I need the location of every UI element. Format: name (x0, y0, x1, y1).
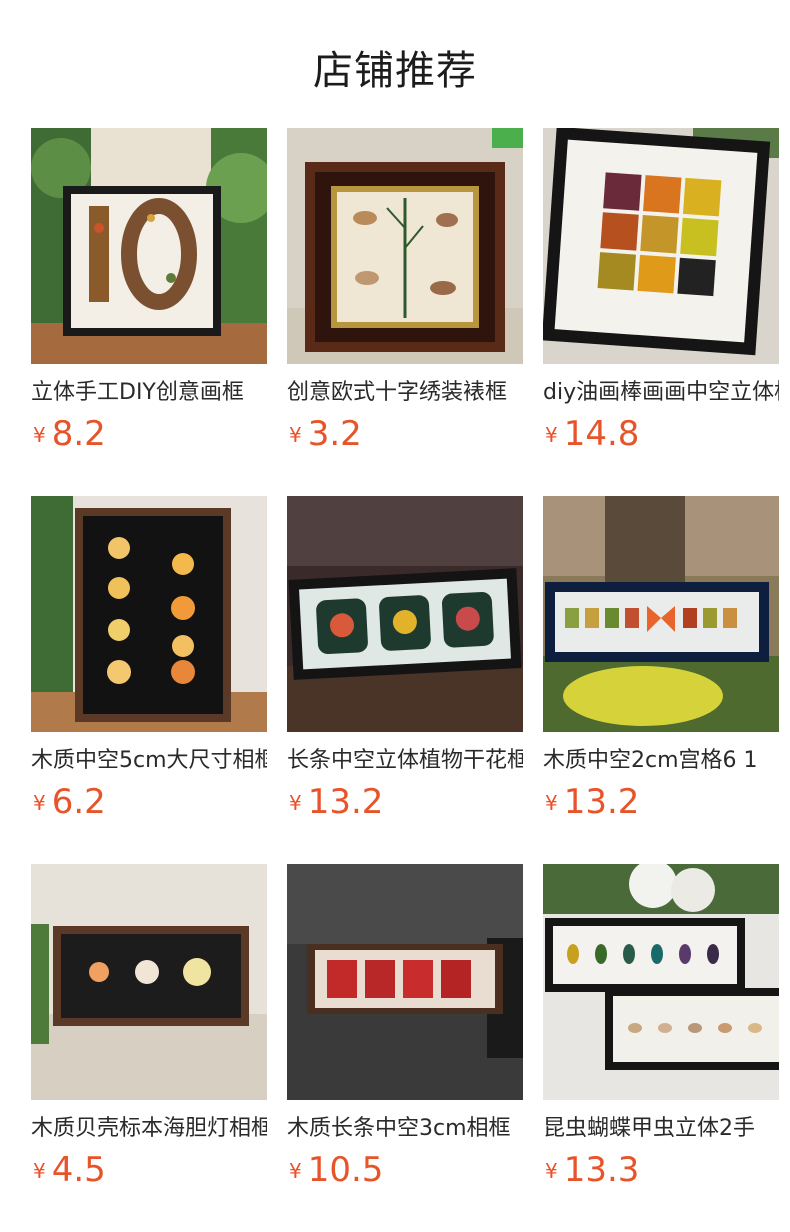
price-value: 10.5 (307, 1150, 384, 1190)
product-card[interactable]: 木质中空5cm大尺寸相框 ¥6.2 (31, 496, 267, 826)
product-card[interactable]: 创意欧式十字绣装裱框 ¥3.2 (287, 128, 523, 458)
product-card[interactable]: 长条中空立体植物干花框 ¥13.2 (287, 496, 523, 826)
product-name[interactable]: 昆虫蝴蝶甲虫立体2手 (543, 1114, 779, 1144)
currency-symbol: ¥ (289, 423, 302, 447)
product-card[interactable]: 木质贝壳标本海胆灯相框 ¥4.5 (31, 864, 267, 1194)
section-title: 店铺推荐 (313, 48, 477, 94)
product-price: ¥8.2 (33, 414, 106, 454)
product-name[interactable]: diy油画棒画画中空立体框 (543, 378, 779, 408)
price-value: 3.2 (307, 414, 362, 454)
currency-symbol: ¥ (289, 1159, 302, 1183)
product-name[interactable]: 木质贝壳标本海胆灯相框 (31, 1114, 267, 1144)
product-image[interactable] (287, 496, 523, 732)
price-value: 13.2 (563, 782, 640, 822)
product-name[interactable]: 创意欧式十字绣装裱框 (287, 378, 523, 408)
product-image[interactable] (287, 128, 523, 364)
product-card[interactable]: 昆虫蝴蝶甲虫立体2手 ¥13.3 (543, 864, 779, 1194)
product-price: ¥13.2 (545, 782, 639, 822)
product-image[interactable] (31, 496, 267, 732)
currency-symbol: ¥ (33, 423, 46, 447)
currency-symbol: ¥ (33, 791, 46, 815)
currency-symbol: ¥ (545, 1159, 558, 1183)
price-value: 4.5 (51, 1150, 106, 1190)
product-name[interactable]: 木质长条中空3cm相框 (287, 1114, 523, 1144)
price-value: 8.2 (51, 414, 106, 454)
price-value: 13.2 (307, 782, 384, 822)
currency-symbol: ¥ (33, 1159, 46, 1183)
price-value: 6.2 (51, 782, 106, 822)
product-price: ¥13.2 (289, 782, 383, 822)
currency-symbol: ¥ (545, 791, 558, 815)
product-card[interactable]: 立体手工DIY创意画框 ¥8.2 (31, 128, 267, 458)
product-name[interactable]: 长条中空立体植物干花框 (287, 746, 523, 776)
product-price: ¥13.3 (545, 1150, 639, 1190)
price-value: 13.3 (563, 1150, 640, 1190)
product-price: ¥4.5 (33, 1150, 106, 1190)
product-card[interactable]: diy油画棒画画中空立体框 ¥14.8 (543, 128, 779, 458)
product-image[interactable] (543, 864, 779, 1100)
product-name[interactable]: 立体手工DIY创意画框 (31, 378, 267, 408)
currency-symbol: ¥ (545, 423, 558, 447)
currency-symbol: ¥ (289, 791, 302, 815)
product-image[interactable] (543, 496, 779, 732)
product-name[interactable]: 木质中空2cm宫格6 1 (543, 746, 779, 776)
product-price: ¥6.2 (33, 782, 106, 822)
product-price: ¥10.5 (289, 1150, 383, 1190)
product-card[interactable]: 木质中空2cm宫格6 1 ¥13.2 (543, 496, 779, 826)
product-image[interactable] (31, 128, 267, 364)
product-image[interactable] (543, 128, 779, 364)
product-price: ¥3.2 (289, 414, 362, 454)
product-card[interactable]: 木质长条中空3cm相框 ¥10.5 (287, 864, 523, 1194)
product-name[interactable]: 木质中空5cm大尺寸相框 (31, 746, 267, 776)
product-price: ¥14.8 (545, 414, 639, 454)
product-image[interactable] (31, 864, 267, 1100)
price-value: 14.8 (563, 414, 640, 454)
product-image[interactable] (287, 864, 523, 1100)
